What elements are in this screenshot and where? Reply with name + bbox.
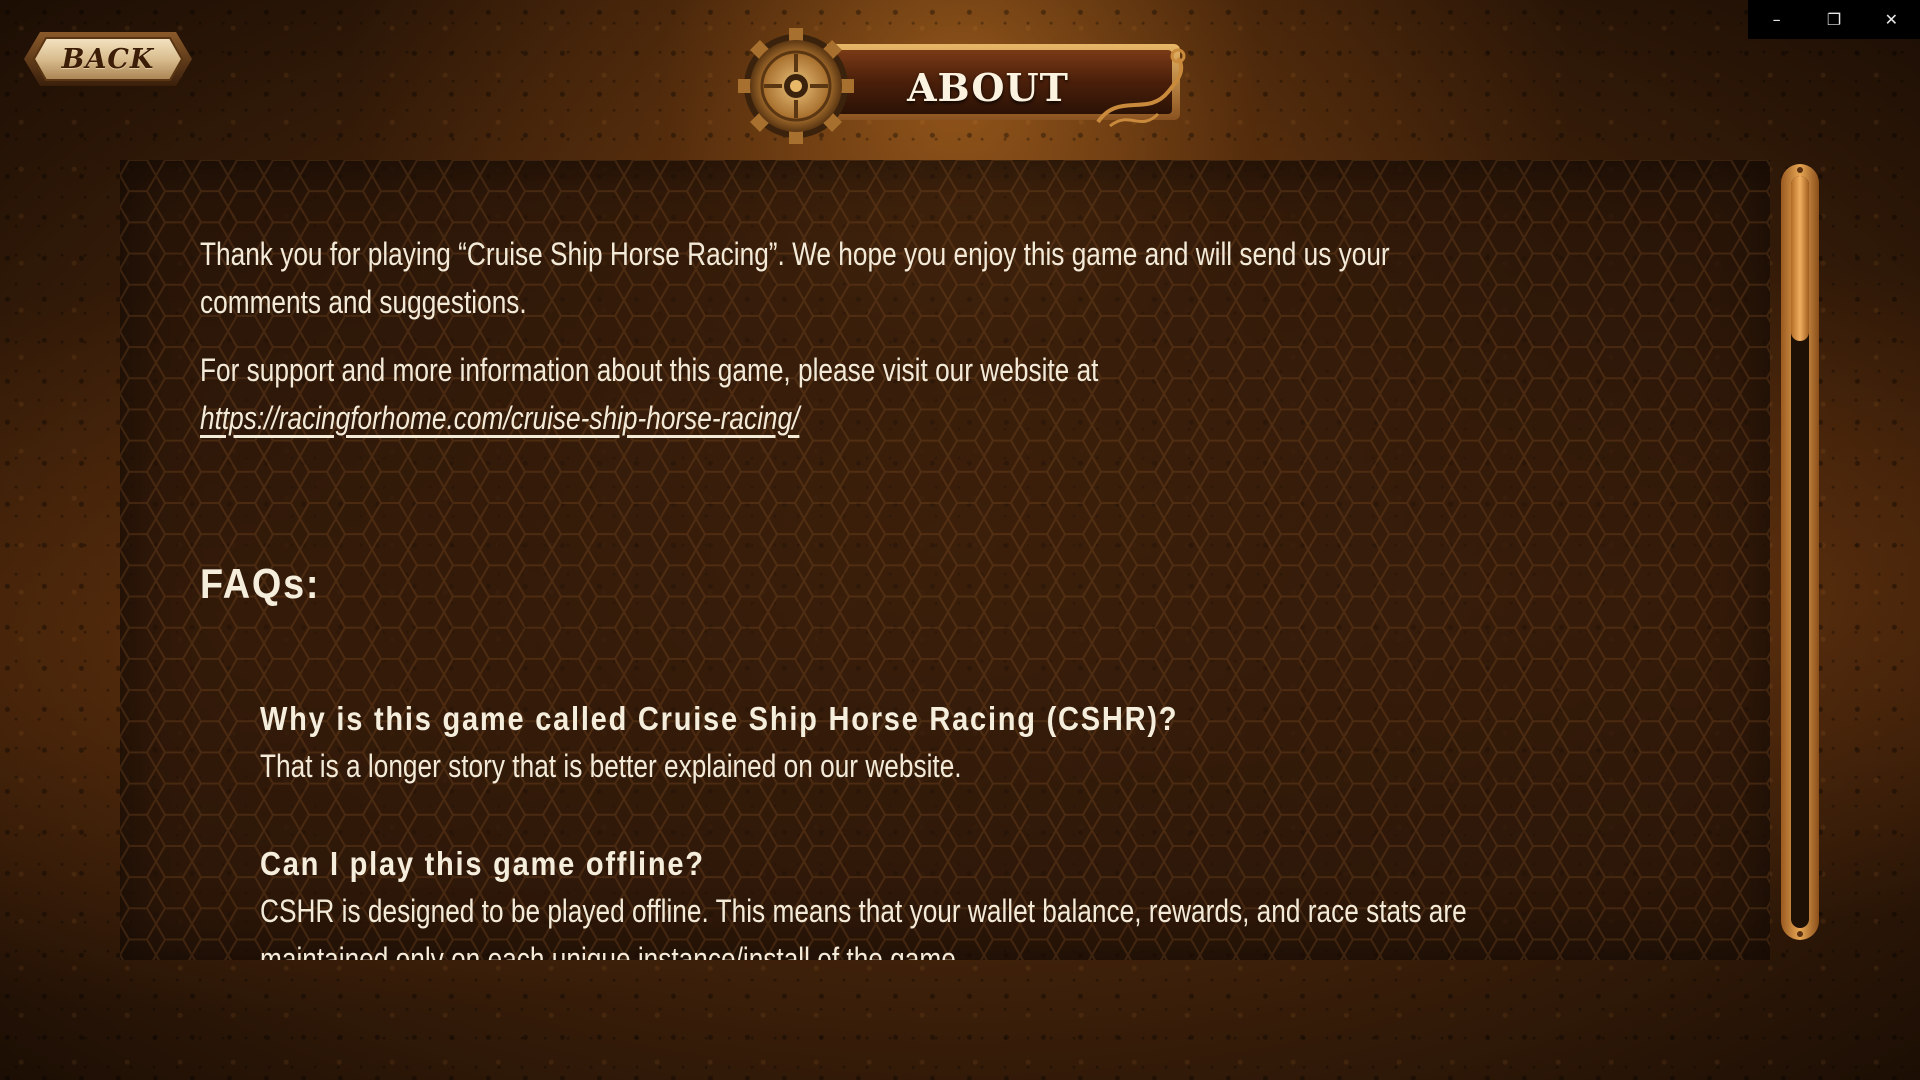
scrollbar-frame bbox=[1781, 164, 1819, 940]
back-button[interactable]: BACK bbox=[22, 30, 194, 88]
faq-question: Can I play this game offline? bbox=[260, 845, 705, 882]
gear-icon bbox=[738, 28, 854, 144]
title-plaque: ABOUT bbox=[738, 22, 1190, 152]
back-label: BACK bbox=[61, 43, 155, 75]
faq-heading: FAQs: bbox=[200, 560, 321, 607]
scrollbar[interactable] bbox=[1779, 162, 1821, 942]
about-content-panel: Thank you for playing “Cruise Ship Horse… bbox=[120, 160, 1770, 960]
faq-item: Can I play this game offline? CSHR is de… bbox=[260, 845, 1770, 960]
intro-text: Thank you for playing “Cruise Ship Horse… bbox=[200, 236, 1390, 320]
scrollbar-thumb[interactable] bbox=[1791, 176, 1809, 341]
support-paragraph: For support and more information about t… bbox=[200, 346, 1455, 442]
support-text: For support and more information about t… bbox=[200, 352, 1099, 388]
about-screen: – ❐ ✕ BACK ABOUT Thank you for playing “… bbox=[0, 0, 1920, 1080]
faq-answer: CSHR is designed to be played offline. T… bbox=[260, 893, 1467, 960]
faq-question: Why is this game called Cruise Ship Hors… bbox=[260, 700, 1179, 737]
faq-item: Why is this game called Cruise Ship Hors… bbox=[260, 700, 1770, 790]
minimize-icon[interactable]: – bbox=[1748, 0, 1805, 39]
website-link[interactable]: https://racingforhome.com/cruise-ship-ho… bbox=[200, 400, 799, 436]
window-controls: – ❐ ✕ bbox=[1748, 0, 1920, 39]
faq-answer: That is a longer story that is better ex… bbox=[260, 748, 962, 784]
page-title: ABOUT bbox=[907, 64, 1069, 110]
close-icon[interactable]: ✕ bbox=[1863, 0, 1920, 39]
restore-icon[interactable]: ❐ bbox=[1805, 0, 1862, 39]
